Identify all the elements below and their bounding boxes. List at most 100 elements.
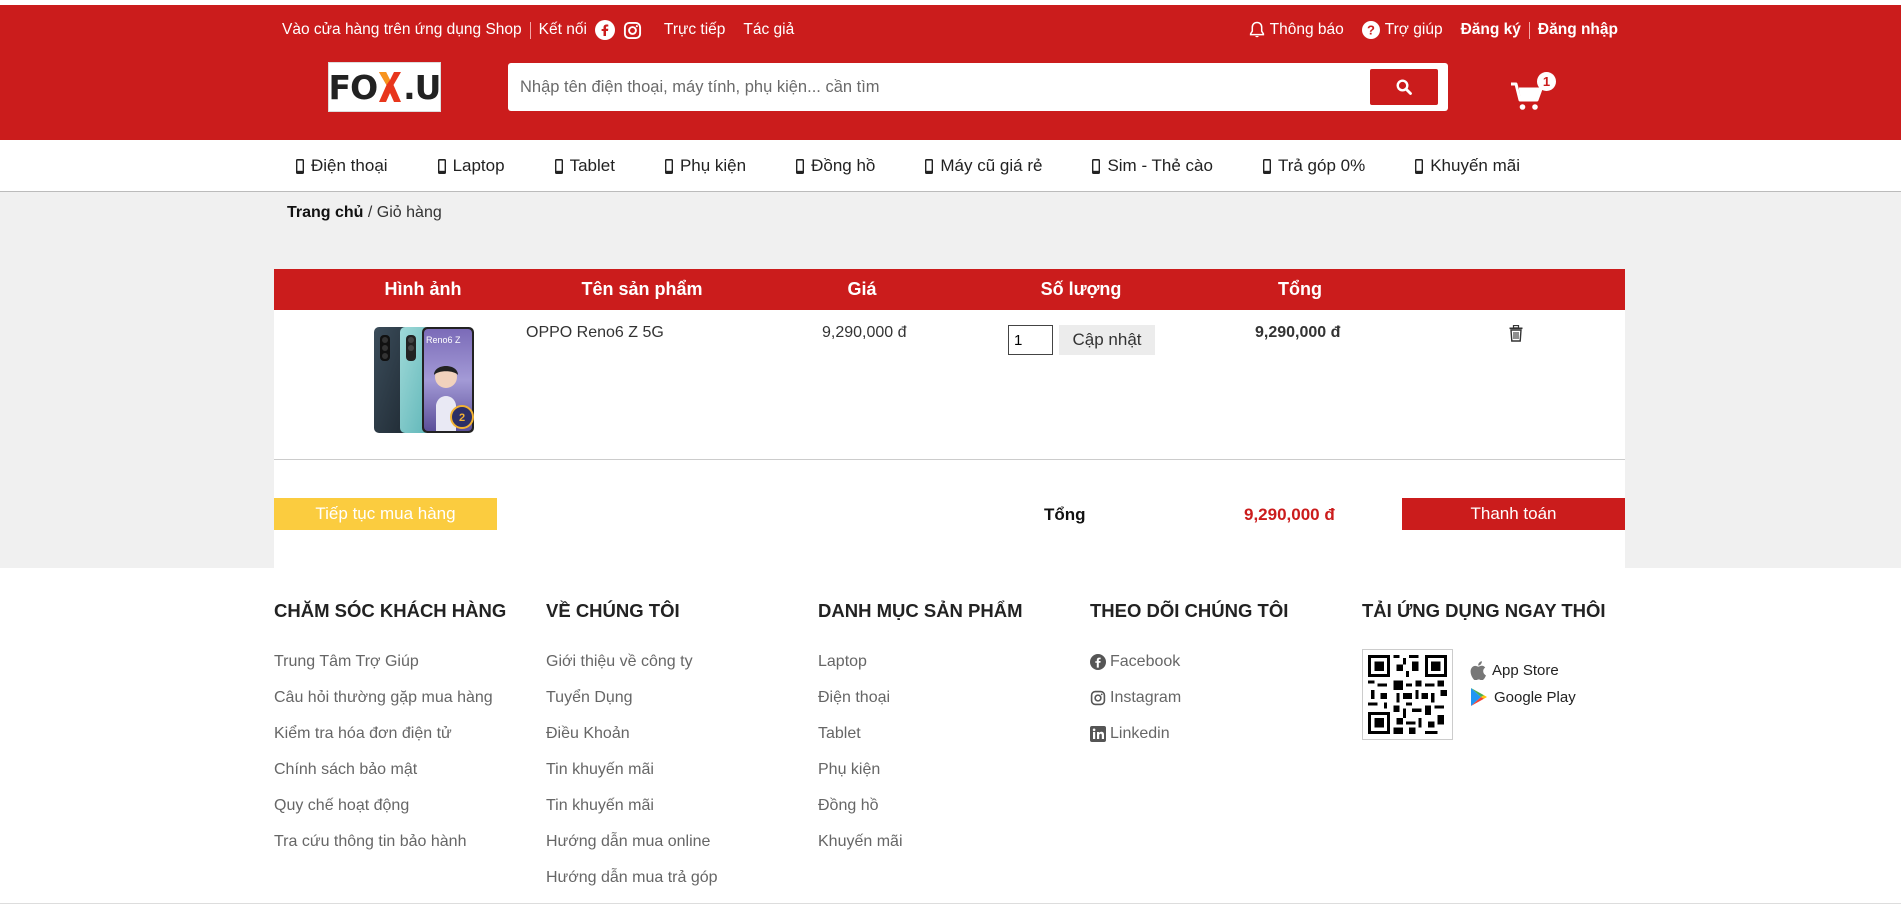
nav-item-tablet[interactable]: Tablet xyxy=(554,156,615,176)
cart-total-value: 9,290,000 đ xyxy=(1244,505,1335,524)
search-button[interactable] xyxy=(1370,69,1438,105)
cart-table: Hình ảnh Tên sản phẩm Giá Số lượng Tổng xyxy=(274,269,1625,568)
product-image[interactable]: Reno6 Z 2 xyxy=(370,325,480,437)
logo-text-left: FO xyxy=(328,67,379,107)
logo-x-mark xyxy=(377,70,403,104)
footer-heading: TẢI ỨNG DỤNG NGAY THÔI xyxy=(1362,600,1606,621)
phone-icon xyxy=(1414,158,1424,175)
footer-heading: CHĂM SÓC KHÁCH HÀNG xyxy=(274,600,507,621)
footer-link[interactable]: Tra cứu thông tin bảo hành xyxy=(274,824,506,860)
footer-link[interactable]: Tin khuyến mãi xyxy=(546,788,718,824)
nav-item-promotions[interactable]: Khuyến mãi xyxy=(1414,156,1520,176)
site-header: Vào cửa hàng trên ứng dụng Shop Kết nối … xyxy=(0,5,1901,140)
line-total: 9,290,000 đ xyxy=(1255,324,1341,341)
cart-item-row: Reno6 Z 2 OPPO Reno6 Z 5G 9,290,000 đ Cậ… xyxy=(274,310,1625,460)
google-play-icon xyxy=(1470,687,1488,707)
footer-link[interactable]: Hướng dẫn mua trả góp xyxy=(546,860,718,896)
logo-text-right: .U xyxy=(403,67,441,107)
nav-item-laptop[interactable]: Laptop xyxy=(437,156,505,176)
phone-icon xyxy=(664,158,674,175)
breadcrumb: Trang chủ / Giỏ hàng xyxy=(287,204,442,222)
header-price: Giá xyxy=(847,279,877,299)
facebook-icon[interactable] xyxy=(594,20,615,40)
page-bottom-divider xyxy=(0,903,1901,904)
footer-instagram-link[interactable]: Instagram xyxy=(1090,680,1288,716)
phone-icon xyxy=(437,158,447,175)
footer-link[interactable]: Tin khuyến mãi xyxy=(546,752,718,788)
header-name: Tên sản phẩm xyxy=(581,279,703,299)
footer-link[interactable]: Chính sách bảo mật xyxy=(274,752,506,788)
footer-link[interactable]: Trung Tâm Trợ Giúp xyxy=(274,644,506,680)
search-bar xyxy=(508,63,1448,111)
cart-total-label: Tổng xyxy=(1044,505,1086,524)
footer-customer-care: CHĂM SÓC KHÁCH HÀNG Trung Tâm Trợ Giúp C… xyxy=(274,600,506,860)
phone-icon xyxy=(924,158,934,175)
checkout-button[interactable]: Thanh toán xyxy=(1402,498,1625,530)
nav-label: Phụ kiện xyxy=(679,156,747,175)
instagram-icon[interactable] xyxy=(623,21,642,40)
product-name[interactable]: OPPO Reno6 Z 5G xyxy=(526,324,664,342)
breadcrumb-current: / Giỏ hàng xyxy=(367,204,442,221)
footer-link[interactable]: Tablet xyxy=(818,716,1023,752)
footer-link[interactable]: Laptop xyxy=(818,644,1023,680)
nav-item-used[interactable]: Máy cũ giá rẻ xyxy=(924,156,1042,176)
instagram-icon xyxy=(1090,690,1106,706)
footer-link-label: Instagram xyxy=(1110,689,1182,706)
svg-text:?: ? xyxy=(1367,23,1375,38)
phone-icon xyxy=(1262,158,1272,175)
footer-link[interactable]: Phụ kiện xyxy=(818,752,1023,788)
nav-item-sim[interactable]: Sim - Thẻ cào xyxy=(1091,156,1213,176)
footer-link[interactable]: Hướng dẫn mua online xyxy=(546,824,718,860)
help-label: Trợ giúp xyxy=(1384,21,1443,38)
footer-link[interactable]: Kiểm tra hóa đơn điện tử xyxy=(274,716,506,752)
app-store-badge[interactable]: App Store xyxy=(1470,661,1559,680)
live-link[interactable]: Trực tiếp xyxy=(664,21,725,39)
app-store-label: App Store xyxy=(1492,662,1559,679)
help-link[interactable]: ? Trợ giúp xyxy=(1361,21,1443,39)
footer-linkedin-link[interactable]: Linkedin xyxy=(1090,716,1288,752)
cart-button[interactable]: 1 xyxy=(1510,72,1560,116)
quantity-input[interactable] xyxy=(1008,325,1053,355)
category-nav: Điện thoại Laptop Tablet Phụ kiện Đồng h… xyxy=(0,140,1901,192)
footer-link[interactable]: Khuyến mãi xyxy=(818,824,1023,860)
footer-link[interactable]: Giới thiệu về công ty xyxy=(546,644,718,680)
google-play-label: Google Play xyxy=(1494,688,1576,706)
footer-link[interactable]: Điều Khoản xyxy=(546,716,718,752)
header-image: Hình ảnh xyxy=(384,279,462,299)
footer-heading: VỀ CHÚNG TÔI xyxy=(546,600,680,621)
continue-shopping-button[interactable]: Tiếp tục mua hàng xyxy=(274,498,497,530)
footer-categories: DANH MỤC SẢN PHẨM Laptop Điện thoại Tabl… xyxy=(818,600,1023,860)
nav-label: Khuyến mãi xyxy=(1430,156,1520,175)
google-play-badge[interactable]: Google Play xyxy=(1470,687,1576,707)
breadcrumb-home[interactable]: Trang chủ xyxy=(287,204,363,221)
footer-link[interactable]: Quy chế hoạt động xyxy=(274,788,506,824)
phone-icon xyxy=(1091,158,1101,175)
nav-label: Đồng hồ xyxy=(811,156,876,175)
divider xyxy=(1528,21,1530,39)
author-link[interactable]: Tác giả xyxy=(743,21,794,39)
trash-icon[interactable] xyxy=(1509,324,1523,347)
footer-link[interactable]: Đồng hồ xyxy=(818,788,1023,824)
footer-about: VỀ CHÚNG TÔI Giới thiệu về công ty Tuyển… xyxy=(546,600,718,896)
login-link[interactable]: Đăng nhập xyxy=(1538,21,1618,39)
bell-icon xyxy=(1249,21,1265,39)
footer-facebook-link[interactable]: Facebook xyxy=(1090,644,1288,680)
apple-icon xyxy=(1470,661,1486,680)
app-store-link[interactable]: Vào cửa hàng trên ứng dụng Shop xyxy=(282,21,522,39)
footer-link[interactable]: Tuyển Dụng xyxy=(546,680,718,716)
footer-link[interactable]: Câu hỏi thường gặp mua hàng xyxy=(274,680,506,716)
nav-item-accessories[interactable]: Phụ kiện xyxy=(664,156,746,176)
register-link[interactable]: Đăng ký xyxy=(1461,21,1521,39)
footer-link[interactable]: Điện thoại xyxy=(818,680,1023,716)
update-button[interactable]: Cập nhật xyxy=(1059,325,1155,355)
notifications-link[interactable]: Thông báo xyxy=(1249,21,1344,39)
facebook-icon xyxy=(1090,654,1106,670)
nav-item-installment[interactable]: Trả góp 0% xyxy=(1262,156,1365,176)
search-input[interactable] xyxy=(520,72,1320,102)
nav-item-phones[interactable]: Điện thoại xyxy=(295,156,388,176)
cart-page: Trang chủ / Giỏ hàng Hình ảnh Tên sản ph… xyxy=(0,192,1901,568)
nav-item-watches[interactable]: Đồng hồ xyxy=(795,156,875,176)
phone-icon xyxy=(795,158,805,175)
site-logo[interactable]: FO .U xyxy=(328,62,441,112)
nav-label: Máy cũ giá rẻ xyxy=(940,156,1043,175)
